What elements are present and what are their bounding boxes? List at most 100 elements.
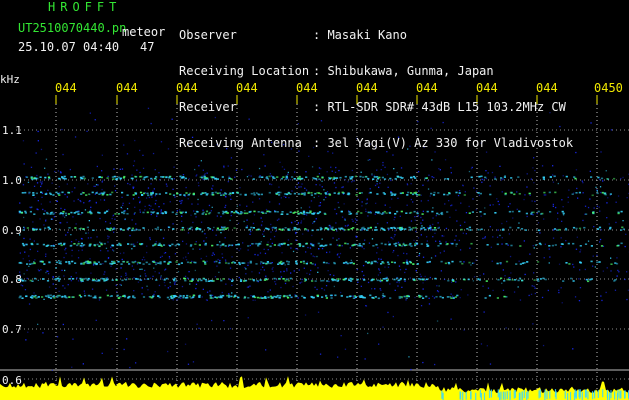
echo-band-pixel — [434, 277, 437, 280]
echo-band-pixel — [412, 263, 415, 265]
noise-pixel — [462, 232, 464, 234]
echo-band-pixel — [299, 244, 302, 247]
noise-pixel — [337, 356, 339, 358]
noise-pixel — [287, 173, 289, 175]
noise-pixel — [472, 198, 474, 200]
time-tick-label: 044 — [236, 81, 258, 95]
echo-band-pixel — [412, 227, 415, 229]
echo-band-pixel — [357, 244, 360, 247]
echo-band-pixel — [534, 244, 538, 246]
noise-pixel — [163, 203, 165, 205]
echo-band-pixel — [204, 278, 207, 281]
noise-pixel — [276, 219, 279, 221]
noise-pixel — [301, 278, 303, 281]
echo-band-pixel — [22, 192, 25, 194]
echo-band-pixel — [499, 262, 502, 264]
echo-band-pixel — [367, 177, 370, 180]
echo-band-pixel — [228, 177, 231, 179]
noise-pixel — [338, 238, 340, 240]
echo-band-pixel — [198, 278, 201, 280]
noise-pixel — [307, 230, 309, 232]
noise-pixel — [405, 299, 407, 301]
noise-pixel — [428, 297, 430, 299]
noise-pixel — [108, 236, 110, 238]
echo-band-pixel — [221, 226, 224, 229]
echo-band-pixel — [44, 193, 47, 195]
echo-band-pixel — [244, 279, 247, 282]
noise-pixel — [484, 237, 486, 239]
echo-band-pixel — [170, 297, 173, 300]
noise-pixel — [134, 206, 136, 208]
echo-band-pixel — [282, 278, 285, 280]
echo-band-pixel — [604, 193, 607, 196]
echo-band-pixel — [396, 210, 399, 213]
noise-pixel — [422, 210, 424, 212]
echo-band-pixel — [208, 211, 212, 214]
noise-pixel — [533, 182, 535, 184]
power-trace-cyan — [606, 389, 608, 398]
noise-pixel — [66, 183, 68, 185]
echo-band-pixel — [35, 297, 38, 299]
noise-pixel — [260, 269, 262, 271]
noise-pixel — [161, 255, 163, 257]
noise-pixel — [239, 248, 242, 250]
noise-pixel — [230, 212, 232, 214]
noise-pixel — [489, 363, 492, 365]
noise-pixel — [45, 158, 48, 160]
echo-band-pixel — [82, 175, 85, 178]
noise-pixel — [155, 261, 157, 264]
echo-band-pixel — [207, 280, 211, 282]
noise-pixel — [329, 224, 331, 227]
noise-pixel — [87, 183, 89, 185]
noise-pixel — [37, 200, 39, 202]
freq-tick-label: 1.0 — [2, 174, 22, 187]
noise-pixel — [157, 228, 159, 230]
noise-pixel — [43, 298, 45, 300]
noise-pixel — [526, 186, 528, 188]
noise-pixel — [376, 183, 378, 185]
noise-pixel — [147, 289, 149, 291]
echo-band-pixel — [73, 212, 76, 214]
echo-band-pixel — [598, 261, 601, 263]
echo-band-pixel — [179, 211, 182, 213]
echo-band-pixel — [533, 279, 536, 281]
noise-pixel — [99, 217, 101, 220]
noise-pixel — [206, 291, 209, 293]
noise-pixel — [333, 182, 336, 184]
echo-band-pixel — [393, 194, 396, 196]
noise-pixel — [313, 221, 315, 223]
power-trace-cyan — [624, 390, 626, 399]
noise-pixel — [606, 202, 608, 204]
echo-band-pixel — [287, 244, 290, 246]
noise-pixel — [418, 190, 420, 192]
echo-band-pixel — [295, 294, 298, 297]
echo-band-pixel — [562, 212, 565, 215]
echo-band-pixel — [266, 177, 269, 180]
noise-pixel — [181, 220, 183, 222]
echo-band-pixel — [290, 243, 293, 245]
noise-pixel — [351, 218, 353, 221]
noise-pixel — [499, 234, 501, 237]
noise-pixel — [110, 246, 112, 248]
noise-pixel — [23, 237, 25, 240]
noise-pixel — [264, 252, 267, 255]
echo-band-pixel — [349, 262, 352, 264]
echo-band-pixel — [116, 294, 119, 297]
echo-band-pixel — [303, 297, 306, 299]
noise-pixel — [105, 247, 108, 249]
echo-band-pixel — [116, 244, 119, 246]
noise-pixel — [290, 272, 292, 274]
echo-band-pixel — [470, 176, 473, 179]
noise-pixel — [567, 201, 569, 203]
echo-band-pixel — [597, 228, 600, 230]
echo-band-pixel — [379, 279, 382, 282]
power-trace-cyan — [544, 389, 546, 398]
echo-band-pixel — [153, 261, 156, 263]
power-trace — [0, 376, 629, 400]
echo-band-pixel — [142, 227, 145, 230]
echo-band-pixel — [179, 295, 182, 297]
noise-pixel — [172, 299, 174, 301]
noise-pixel — [142, 154, 144, 156]
noise-pixel — [260, 263, 262, 265]
echo-band-pixel — [82, 263, 85, 265]
